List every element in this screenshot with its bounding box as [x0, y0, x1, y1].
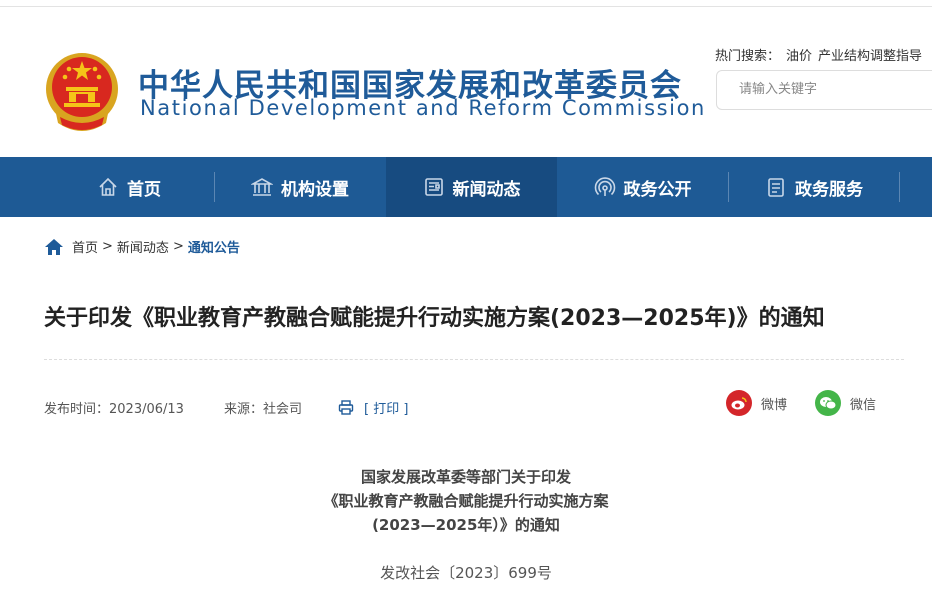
share-weibo-button[interactable]: 微博 [726, 390, 787, 416]
title-divider [44, 359, 904, 360]
hot-term-link[interactable]: 产业结构调整指导 [818, 49, 922, 64]
nav-divider [899, 172, 900, 202]
nav-item-label: 机构设置 [281, 179, 349, 200]
publish-date: 发布时间：2023/06/13 [44, 402, 184, 417]
search-box[interactable] [716, 70, 932, 110]
breadcrumb: 首页 > 新闻动态 > 通知公告 [44, 237, 240, 256]
home-icon[interactable] [44, 238, 64, 256]
institution-icon [251, 176, 273, 198]
main-nav: 首页 机构设置 新闻动态 政务公开 政务服务 [0, 157, 932, 217]
nav-item-news[interactable]: 新闻动态 [386, 157, 557, 217]
article-source: 来源：社会司 [224, 402, 303, 417]
print-label: [ 打印 ] [364, 402, 409, 417]
home-icon [97, 176, 119, 198]
nav-item-institutions[interactable]: 机构设置 [215, 157, 385, 217]
hot-term-link[interactable]: 油价 [786, 49, 812, 64]
nav-item-label: 新闻动态 [452, 179, 521, 200]
breadcrumb-separator: > [172, 239, 184, 254]
share-weibo-label: 微博 [761, 397, 788, 413]
weibo-icon [726, 390, 752, 416]
news-icon [423, 176, 445, 198]
nav-item-gov-services[interactable]: 政务服务 [729, 157, 899, 217]
nav-item-gov-affairs[interactable]: 政务公开 [557, 157, 728, 217]
search-input[interactable] [737, 81, 931, 98]
hot-search-label: 热门搜索： [715, 49, 781, 64]
nav-item-label: 首页 [127, 179, 161, 200]
body-heading-line: 《职业教育产教融合赋能提升行动实施方案 [323, 492, 609, 510]
nav-item-label: 政务服务 [795, 179, 863, 200]
share-wechat-button[interactable]: 微信 [815, 390, 876, 416]
site-title-en[interactable]: National Development and Reform Commissi… [140, 96, 706, 120]
breadcrumb-news-link[interactable]: 新闻动态 [117, 237, 169, 256]
nav-item-label: 政务公开 [623, 179, 692, 200]
breadcrumb-home-link[interactable]: 首页 [72, 237, 98, 256]
breadcrumb-notices-link[interactable]: 通知公告 [188, 237, 240, 256]
broadcast-icon [594, 176, 616, 198]
top-divider [0, 6, 932, 7]
print-button[interactable]: [ 打印 ] [338, 398, 408, 417]
national-emblem-logo[interactable] [44, 49, 120, 133]
share-wechat-label: 微信 [850, 397, 877, 413]
breadcrumb-separator: > [102, 239, 113, 254]
service-icon [765, 176, 787, 198]
wechat-icon [815, 390, 841, 416]
nav-item-home[interactable]: 首页 [44, 157, 214, 217]
article-title: 关于印发《职业教育产教融合赋能提升行动实施方案(2023—2025年)》的通知 [44, 306, 825, 331]
body-heading-line: (2023—2025年）》的通知 [372, 516, 560, 534]
body-heading-line: 国家发展改革委等部门关于印发 [360, 468, 571, 486]
document-number: 发改社会〔2023〕699号 [380, 564, 552, 582]
hot-search: 热门搜索： 油价 产业结构调整指导 [715, 45, 928, 64]
printer-icon [338, 400, 354, 415]
article-meta: 发布时间：2023/06/13 来源：社会司 [ 打印 ] [44, 398, 408, 417]
